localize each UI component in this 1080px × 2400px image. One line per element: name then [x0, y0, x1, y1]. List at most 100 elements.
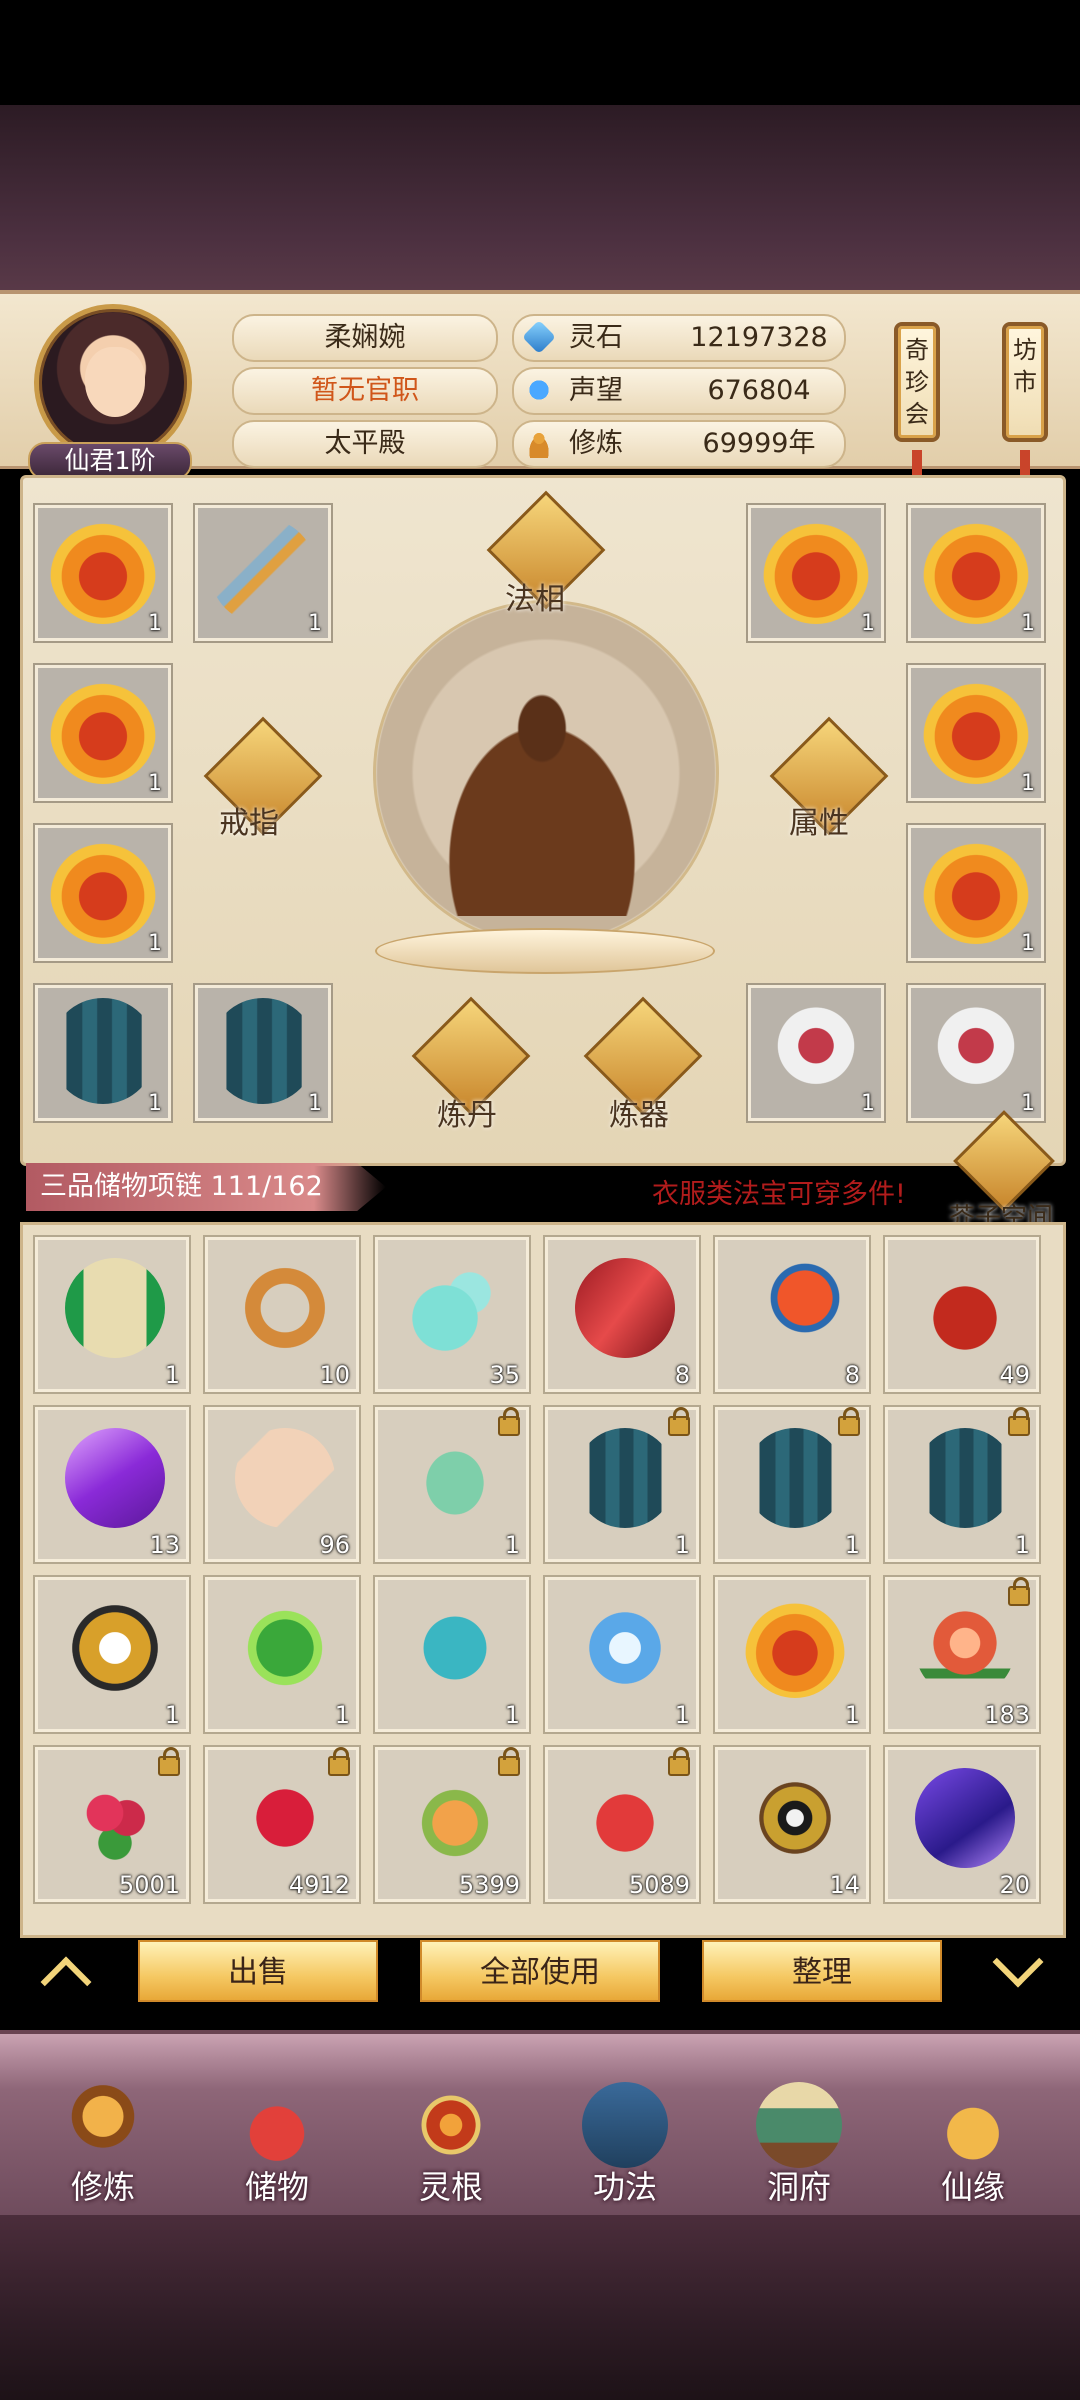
- equip-slot[interactable]: 1: [908, 505, 1044, 641]
- item-count: 49: [999, 1361, 1030, 1389]
- item-count: 1: [1021, 931, 1035, 956]
- equip-slot[interactable]: 1: [35, 505, 171, 641]
- lock-icon: [1008, 1407, 1030, 1436]
- inventory-item[interactable]: 35: [375, 1237, 529, 1392]
- nav-spirit-root[interactable]: 灵根: [376, 2082, 526, 2222]
- status-bar-area: [0, 0, 1080, 105]
- fire-robe-icon: [923, 838, 1029, 944]
- item-count: 1: [844, 1701, 860, 1729]
- teal-robe-icon: [405, 1598, 505, 1698]
- equip-slot[interactable]: 1: [35, 825, 171, 961]
- item-count: 1: [1021, 611, 1035, 636]
- inventory-item[interactable]: 14: [715, 1747, 869, 1902]
- item-count: 1: [861, 1091, 875, 1116]
- item-count: 1: [1021, 771, 1035, 796]
- item-count: 1: [1021, 1091, 1035, 1116]
- bottom-backdrop: [0, 2215, 1080, 2400]
- inventory-item[interactable]: 96: [205, 1407, 359, 1562]
- sort-button[interactable]: 整理: [702, 1940, 942, 2002]
- cultivation-icon: [524, 428, 554, 458]
- inventory-panel[interactable]: 1 10 35 8 8 49 13 96 1 1 1 1 1 1 1 1 1 183 5001 4912 5399 508…: [20, 1222, 1066, 1938]
- scroll-down-arrow[interactable]: [990, 1950, 1050, 1984]
- avatar[interactable]: [34, 304, 192, 462]
- bagua-icon: [745, 1768, 845, 1868]
- inventory-item[interactable]: 1: [375, 1407, 529, 1562]
- attributes-button[interactable]: 属性: [769, 716, 889, 841]
- market-button[interactable]: 坊市: [1002, 322, 1048, 442]
- inventory-item[interactable]: 1: [715, 1577, 869, 1732]
- blue-robe-icon: [210, 998, 316, 1104]
- mustard-space-button[interactable]: 芥子空间: [946, 1110, 1056, 1233]
- item-count: 5399: [458, 1871, 520, 1899]
- inventory-item[interactable]: 1: [375, 1577, 529, 1732]
- treasure-auction-button[interactable]: 奇珍会: [894, 322, 940, 442]
- inventory-item[interactable]: 20: [885, 1747, 1039, 1902]
- artichoke-icon: [405, 1768, 505, 1868]
- equipment-panel: 1 1 1 1 1 1 1 1 1 1 1 1 法相 戒指 属性 炼丹 炼器: [20, 475, 1066, 1166]
- equip-slot[interactable]: 1: [748, 985, 884, 1121]
- inventory-item[interactable]: 1: [545, 1407, 699, 1562]
- nav-label: 灵根: [418, 2168, 483, 2206]
- forging-button[interactable]: 炼器: [583, 996, 703, 1133]
- sword-icon: [210, 518, 316, 624]
- fire-robe-icon: [745, 1598, 845, 1698]
- player-name: 柔娴婉: [232, 314, 498, 362]
- fire-robe-icon: [50, 678, 156, 784]
- inventory-item[interactable]: 1: [205, 1577, 359, 1732]
- inventory-item[interactable]: 1: [35, 1237, 189, 1392]
- inventory-item[interactable]: 1: [885, 1407, 1039, 1562]
- stat-value: 676804: [707, 375, 811, 406]
- inventory-item[interactable]: 8: [545, 1237, 699, 1392]
- scroll-up-arrow[interactable]: [38, 1950, 98, 1984]
- paper-scroll-icon: [235, 1428, 335, 1528]
- attributes-label: 属性: [789, 806, 849, 841]
- equip-slot[interactable]: 1: [35, 665, 171, 801]
- inventory-item[interactable]: 183: [885, 1577, 1039, 1732]
- avatar-face: [85, 347, 145, 417]
- alchemy-button[interactable]: 炼丹: [411, 996, 531, 1133]
- inventory-item[interactable]: 5001: [35, 1747, 189, 1902]
- item-count: 1: [504, 1701, 520, 1729]
- nav-cultivate[interactable]: 修炼: [28, 2082, 178, 2222]
- inventory-item[interactable]: 49: [885, 1237, 1039, 1392]
- nav-cave[interactable]: 洞府: [724, 2082, 874, 2222]
- equip-slot[interactable]: 1: [748, 505, 884, 641]
- item-count: 183: [984, 1701, 1030, 1729]
- green-robe-icon: [405, 1428, 505, 1528]
- avatar-group[interactable]: 仙君1阶: [28, 304, 192, 480]
- nav-label: 修炼: [70, 2168, 135, 2206]
- item-count: 10: [319, 1361, 350, 1389]
- nav-storage[interactable]: 储物: [202, 2082, 352, 2222]
- inventory-item[interactable]: 1: [545, 1577, 699, 1732]
- peach-icon: [915, 1598, 1015, 1698]
- equip-slot[interactable]: 1: [908, 825, 1044, 961]
- inventory-item[interactable]: 13: [35, 1407, 189, 1562]
- inventory-item[interactable]: 5089: [545, 1747, 699, 1902]
- nav-techniques[interactable]: 功法: [550, 2082, 700, 2222]
- inventory-item[interactable]: 1: [715, 1407, 869, 1562]
- item-count: 1: [308, 1091, 322, 1116]
- inventory-item[interactable]: 4912: [205, 1747, 359, 1902]
- gourd-icon: [930, 2082, 1016, 2168]
- equip-slot[interactable]: 1: [908, 985, 1044, 1121]
- sell-button[interactable]: 出售: [138, 1940, 378, 2002]
- ice-robe-icon: [575, 1598, 675, 1698]
- inventory-item[interactable]: 1: [35, 1577, 189, 1732]
- equip-slot[interactable]: 1: [908, 665, 1044, 801]
- equip-slot[interactable]: 1: [195, 505, 331, 641]
- inventory-item[interactable]: 5399: [375, 1747, 529, 1902]
- fire-robe-icon: [763, 518, 869, 624]
- raspberry-icon: [235, 1768, 335, 1868]
- equip-slot[interactable]: 1: [35, 985, 171, 1121]
- inventory-item[interactable]: 8: [715, 1237, 869, 1392]
- equip-slot[interactable]: 1: [195, 985, 331, 1121]
- stat-cultivation: 修炼 69999年: [512, 420, 846, 468]
- use-all-button[interactable]: 全部使用: [420, 1940, 660, 2002]
- spirit-stone-icon: [522, 320, 556, 354]
- gate-icon: [756, 2082, 842, 2168]
- stat-spirit-stone: 灵石 12197328: [512, 314, 846, 362]
- inventory-item[interactable]: 10: [205, 1237, 359, 1392]
- nav-fate[interactable]: 仙缘: [898, 2082, 1048, 2222]
- ring-button[interactable]: 戒指: [203, 716, 323, 841]
- faxiang-button[interactable]: 法相: [486, 490, 606, 617]
